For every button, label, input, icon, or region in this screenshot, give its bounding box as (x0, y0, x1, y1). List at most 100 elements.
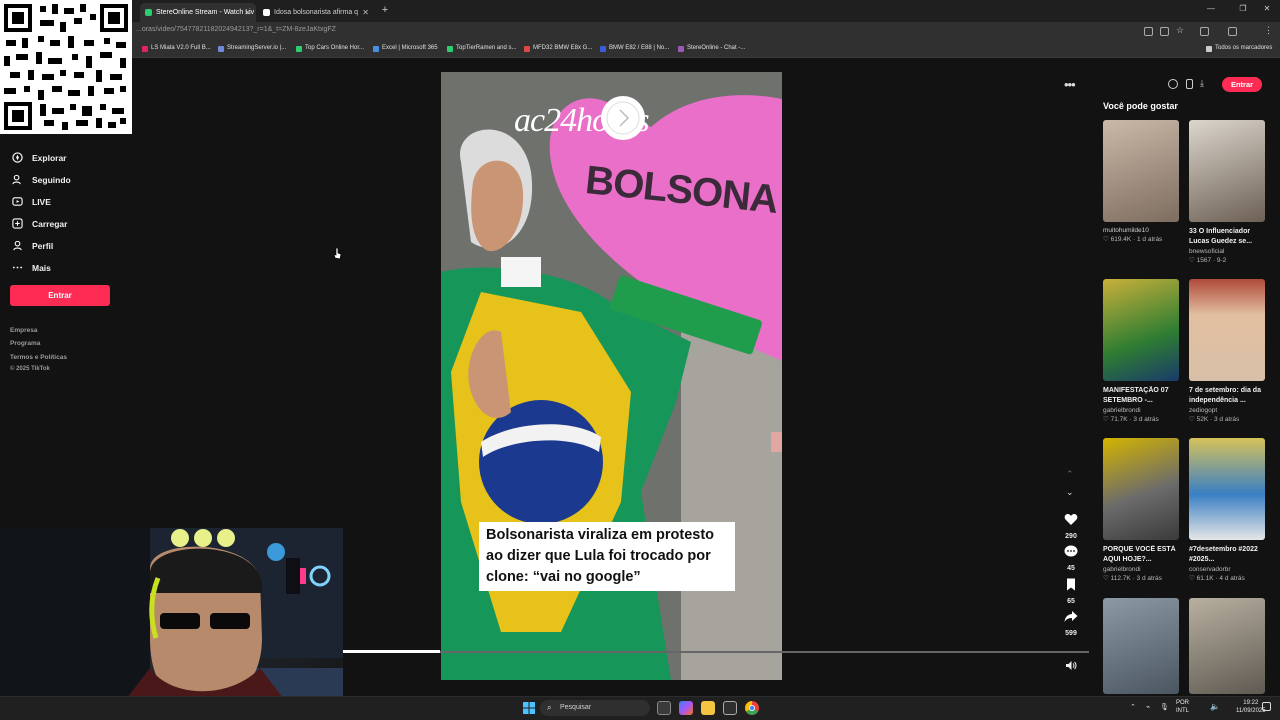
bookmark-item[interactable]: LS Miata V2.0 Full B... (142, 45, 211, 52)
card-meta: ♡ 1567 · 9-2 (1189, 257, 1227, 264)
bookmark-label: StreamingServer.io |... (227, 45, 287, 51)
store-icon[interactable] (723, 701, 737, 715)
suggestion-card[interactable]: 7 de setembro: dia da independência ... … (1189, 279, 1265, 423)
video-caption: Bolsonarista viraliza em protesto ao diz… (479, 522, 735, 591)
heart-icon (1064, 513, 1078, 525)
card-title: 7 de setembro: dia da independência ... (1189, 387, 1261, 404)
speaker-icon[interactable]: 🔈 (1210, 702, 1220, 711)
card-user[interactable]: zediogopt (1189, 407, 1265, 414)
tab-stereonline[interactable]: StereOnline Stream - Watch Liv ✕ (140, 3, 256, 22)
next-video-icon[interactable]: ⌄ (1066, 487, 1074, 498)
bookmark-item[interactable]: StereOnline - Chat -... (678, 45, 745, 52)
bookmark-label: MFD32 BMW E8x G... (533, 45, 593, 51)
menu-icon[interactable]: ⋮ (1264, 25, 1273, 36)
taskbar-search[interactable]: ⌕ Pesquisar (540, 700, 650, 716)
nav-seguindo[interactable]: Seguindo (10, 171, 71, 189)
nav-carregar[interactable]: Carregar (10, 215, 67, 233)
url-field[interactable]: ...oras/video/7547782118202494213?_r=1&_… (136, 26, 336, 33)
video-player[interactable]: ac24horas BOLSONA Bolsonarista viraliza … (441, 72, 782, 680)
phone-icon[interactable] (1186, 79, 1193, 89)
previous-video-icon[interactable]: ⌃ (1066, 469, 1074, 480)
play-icon (606, 101, 640, 135)
share-icon (1064, 611, 1078, 622)
card-title: MANIFESTAÇÃO 07 SETEMBRO -... (1103, 387, 1169, 404)
stereonline-favicon-icon (145, 9, 152, 16)
bookmark-star-icon[interactable]: ☆ (1176, 25, 1184, 36)
minimize-icon[interactable]: — (1200, 4, 1222, 13)
suggestion-card[interactable] (1103, 598, 1179, 694)
header-login-button[interactable]: Entrar (1222, 77, 1262, 92)
bookmark-item[interactable]: BMW E82 / E88 | No... (600, 45, 669, 52)
progress-fill (343, 650, 440, 653)
card-user[interactable]: gabrielbrondi (1103, 566, 1179, 573)
maximize-icon[interactable]: ❐ (1232, 4, 1254, 13)
like-button[interactable]: 290 (1062, 513, 1080, 540)
comment-button[interactable]: 45 (1062, 545, 1080, 572)
progress-track[interactable] (343, 651, 1089, 653)
bookmark-item[interactable]: StreamingServer.io |... (218, 45, 287, 52)
login-button[interactable]: Entrar (10, 285, 110, 306)
footer-link-empresa[interactable]: Empresa (10, 327, 37, 334)
bookmark-item[interactable]: Top Cars Online Hor... (296, 45, 364, 52)
more-icon (12, 266, 23, 269)
bookmark-item[interactable]: Excel | Microsoft 365 (373, 45, 438, 52)
suggestion-card[interactable]: PORQUE VOCÊ ESTÁ AQUI HOJE?... gabrielbr… (1103, 438, 1179, 582)
card-user[interactable]: bnewsoficial (1189, 248, 1265, 255)
microphone-icon[interactable]: 🎙 (1160, 703, 1169, 711)
file-explorer-icon[interactable] (701, 701, 715, 715)
chrome-icon[interactable] (745, 701, 759, 715)
play-pause-button[interactable] (601, 96, 645, 140)
tray-chevron-icon[interactable]: ⌃ (1130, 703, 1136, 711)
thumbnail (1103, 279, 1179, 381)
all-bookmarks[interactable]: Todos os marcadores (1206, 45, 1272, 52)
nav-perfil[interactable]: Perfil (10, 237, 53, 255)
footer-link-programa[interactable]: Programa (10, 340, 40, 347)
volume-icon[interactable] (1065, 660, 1077, 671)
nav-live[interactable]: LIVE (10, 193, 51, 211)
bookmark-item[interactable]: MFD32 BMW E8x G... (524, 45, 593, 52)
nav-label: Mais (32, 263, 51, 273)
card-user[interactable]: conservadorbr (1189, 566, 1265, 573)
suggestion-card[interactable]: 33 O Influenciador Lucas Guedez se... bn… (1189, 120, 1265, 264)
tab-tiktok-video[interactable]: Idosa bolsonarista afirma q ✕ (258, 3, 374, 22)
suggestion-card[interactable]: muitohumilde10 ♡ 619.4K · 1 d atrás (1103, 120, 1179, 243)
suggestion-card[interactable] (1189, 598, 1265, 694)
close-window-icon[interactable]: ✕ (1256, 4, 1278, 13)
card-meta: ♡ 619.4K · 1 d atrás (1103, 236, 1163, 243)
close-tab-icon[interactable]: ✕ (362, 3, 369, 22)
footer-link-termos[interactable]: Termos e Políticas (10, 354, 67, 361)
profile-icon[interactable] (1228, 27, 1237, 36)
save-button[interactable]: 65 (1062, 578, 1080, 605)
card-user[interactable]: gabrielbrondi (1103, 407, 1179, 414)
task-view-icon[interactable] (657, 701, 671, 715)
notifications-icon[interactable] (1262, 702, 1271, 711)
tab-label: StereOnline Stream - Watch Liv (156, 9, 255, 16)
suggestion-card[interactable]: #7desetembro #2022 #2025... conservadorb… (1189, 438, 1265, 582)
bookmark-favicon-icon (296, 46, 302, 52)
extensions-icon[interactable] (1200, 27, 1209, 36)
suggestion-card[interactable]: MANIFESTAÇÃO 07 SETEMBRO -... gabrielbro… (1103, 279, 1179, 423)
share-button[interactable]: 599 (1062, 610, 1080, 637)
download-icon[interactable]: ⤓ (1200, 78, 1204, 89)
bookmark-item[interactable]: TopTierRamen and s... (447, 45, 516, 52)
close-tab-icon[interactable]: ✕ (244, 3, 251, 22)
card-user[interactable]: muitohumilde10 (1103, 227, 1179, 234)
more-options-icon[interactable]: ••• (1064, 77, 1076, 92)
nav-label: Carregar (32, 219, 68, 229)
cast-icon[interactable] (1144, 27, 1153, 36)
nav-mais[interactable]: Mais (10, 259, 51, 277)
translate-icon[interactable] (1160, 27, 1169, 36)
card-meta: ♡ 52K · 3 d atrás (1189, 416, 1240, 423)
new-tab-button[interactable]: + (378, 3, 392, 17)
qr-code (0, 0, 132, 134)
thumbnail (1189, 279, 1265, 381)
user-follow-icon (12, 174, 21, 185)
coins-icon[interactable] (1168, 79, 1178, 89)
nav-explorar[interactable]: Explorar (10, 149, 67, 167)
language-indicator[interactable]: POR INTL (1176, 699, 1189, 715)
browser-tab-bar: StereOnline Stream - Watch Liv ✕ Idosa b… (0, 0, 1280, 22)
windows-start-icon[interactable] (523, 702, 535, 714)
hand-cursor-icon (333, 248, 342, 260)
network-icon[interactable]: ⌁ (1146, 703, 1150, 711)
copilot-icon[interactable] (679, 701, 693, 715)
